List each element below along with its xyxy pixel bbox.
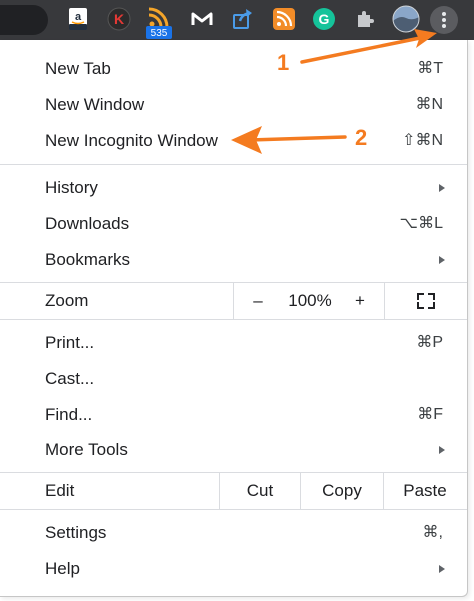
cut-button[interactable]: Cut [220, 473, 300, 509]
menu-separator [0, 509, 467, 510]
menu-item-label: History [45, 178, 98, 197]
menu-item-new-tab[interactable]: New Tab ⌘T [0, 51, 467, 87]
chrome-main-menu: New Tab ⌘T New Window ⌘N New Incognito W… [0, 40, 468, 597]
menu-separator [0, 164, 467, 165]
zoom-level: 100% [288, 291, 332, 310]
menu-item-shortcut: ⌘T [417, 60, 443, 77]
omnibox-edge[interactable] [0, 5, 48, 35]
extensions-puzzle-icon[interactable] [353, 7, 377, 31]
menu-item-new-incognito-window[interactable]: New Incognito Window ⇧⌘N [0, 123, 467, 159]
svg-text:a: a [75, 11, 82, 23]
share-extension-icon[interactable] [231, 7, 255, 31]
profile-avatar-icon[interactable] [392, 5, 420, 33]
menu-item-downloads[interactable]: Downloads ⌥⌘L [0, 206, 467, 242]
menu-item-bookmarks[interactable]: Bookmarks [0, 242, 467, 278]
menu-item-label: More Tools [45, 440, 128, 459]
menu-item-label: Zoom [45, 291, 89, 310]
menu-item-shortcut: ⌘P [416, 334, 443, 351]
browser-toolbar: a K 535 G [0, 0, 474, 40]
menu-item-cast[interactable]: Cast... [0, 361, 467, 397]
menu-item-label: Settings [45, 523, 107, 542]
menu-item-history[interactable]: History [0, 170, 467, 206]
menu-item-label: Find... [45, 405, 93, 424]
menu-item-shortcut: ⌥⌘L [399, 215, 443, 232]
menu-item-shortcut: ⌘F [417, 406, 443, 423]
menu-item-new-window[interactable]: New Window ⌘N [0, 87, 467, 123]
menu-item-find[interactable]: Find... ⌘F [0, 397, 467, 433]
menu-separator [0, 319, 467, 320]
menu-item-settings[interactable]: Settings ⌘, [0, 515, 467, 551]
menu-item-label: New Incognito Window [45, 131, 218, 150]
annotation-number-1: 1 [277, 50, 290, 75]
zoom-in-button[interactable]: + [346, 283, 374, 319]
rss-extension-icon[interactable] [272, 7, 296, 31]
menu-item-shortcut: ⌘N [415, 96, 443, 113]
menu-item-label: Help [45, 559, 80, 578]
menu-item-label: Edit [45, 481, 75, 500]
menu-item-shortcut: ⇧⌘N [402, 132, 443, 149]
svg-text:G: G [319, 11, 330, 27]
grammarly-icon[interactable]: G [312, 7, 336, 31]
submenu-arrow-icon [439, 446, 445, 454]
annotation-number-2: 2 [355, 125, 368, 150]
submenu-arrow-icon [439, 256, 445, 264]
menu-item-label: New Tab [45, 59, 111, 78]
menu-item-label: Downloads [45, 214, 130, 233]
zoom-out-button[interactable]: – [244, 283, 272, 319]
rss-feed-icon[interactable]: 535 [146, 6, 172, 39]
amazon-assistant-icon[interactable]: a [66, 7, 90, 31]
zoom-divider [233, 283, 234, 319]
kebab-menu-icon[interactable] [430, 6, 458, 34]
paste-button[interactable]: Paste [384, 473, 466, 509]
menu-item-shortcut: ⌘, [422, 524, 443, 541]
copy-button[interactable]: Copy [301, 473, 383, 509]
menu-item-label: Print... [45, 333, 95, 352]
svg-text:K: K [114, 11, 124, 27]
menu-item-help[interactable]: Help [0, 551, 467, 587]
menu-item-label: New Window [45, 95, 145, 114]
menu-item-more-tools[interactable]: More Tools [0, 432, 467, 468]
menu-item-print[interactable]: Print... ⌘P [0, 325, 467, 361]
svg-text:535: 535 [151, 28, 168, 39]
zoom-divider [384, 283, 385, 319]
k-extension-icon[interactable]: K [107, 7, 131, 31]
menu-item-label: Bookmarks [45, 250, 131, 269]
menu-item-label: Cast... [45, 369, 95, 388]
submenu-arrow-icon [439, 184, 445, 192]
m-extension-icon[interactable] [190, 7, 214, 31]
fullscreen-icon[interactable] [417, 293, 435, 309]
submenu-arrow-icon [439, 565, 445, 573]
